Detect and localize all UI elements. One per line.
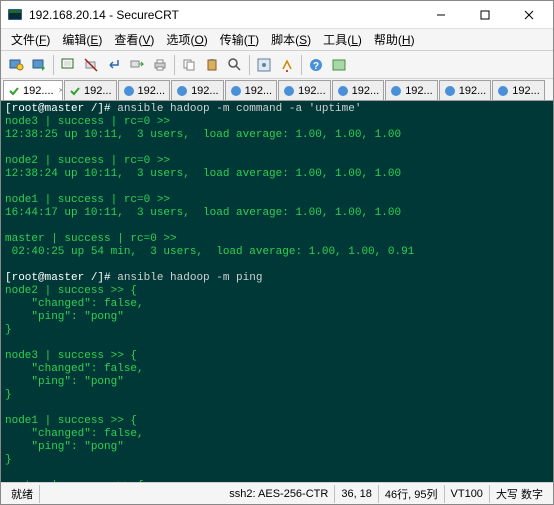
check-icon bbox=[8, 85, 20, 97]
menu-edit[interactable]: 编辑(E) bbox=[56, 31, 108, 48]
tab-8[interactable]: 192... bbox=[439, 80, 492, 100]
toolbar-sep bbox=[53, 55, 54, 75]
tab-9[interactable]: 192... bbox=[492, 80, 545, 100]
status-size: 46行, 95列 bbox=[379, 485, 445, 503]
toolbar-printer-icon[interactable] bbox=[149, 54, 171, 76]
tab-1[interactable]: 192... bbox=[64, 80, 117, 100]
toolbar-connect-icon[interactable] bbox=[5, 54, 27, 76]
globe-icon bbox=[444, 85, 456, 97]
tab-2[interactable]: 192... bbox=[118, 80, 171, 100]
menu-script[interactable]: 脚本(S) bbox=[265, 31, 317, 48]
toolbar-copy-icon[interactable] bbox=[178, 54, 200, 76]
tab-4[interactable]: 192... bbox=[225, 80, 278, 100]
globe-icon bbox=[390, 85, 402, 97]
status-ready: 就绪 bbox=[5, 485, 40, 503]
status-term: VT100 bbox=[445, 485, 490, 503]
toolbar-about-icon[interactable] bbox=[328, 54, 350, 76]
menu-help[interactable]: 帮助(H) bbox=[368, 31, 421, 48]
toolbar-sep bbox=[174, 55, 175, 75]
menu-view[interactable]: 查看(V) bbox=[108, 31, 160, 48]
tab-6[interactable]: 192... bbox=[332, 80, 385, 100]
menubar: 文件(F) 编辑(E) 查看(V) 选项(O) 传输(T) 脚本(S) 工具(L… bbox=[1, 29, 553, 51]
toolbar-send-icon[interactable] bbox=[126, 54, 148, 76]
svg-text:?: ? bbox=[313, 61, 319, 72]
titlebar: 192.168.20.14 - SecureCRT bbox=[1, 1, 553, 29]
globe-icon bbox=[123, 85, 135, 97]
close-button[interactable] bbox=[507, 1, 551, 29]
globe-icon bbox=[283, 85, 295, 97]
menu-tools[interactable]: 工具(L) bbox=[317, 31, 368, 48]
toolbar-settings-icon[interactable] bbox=[276, 54, 298, 76]
globe-icon bbox=[337, 85, 349, 97]
toolbar: ? bbox=[1, 51, 553, 79]
tab-3[interactable]: 192... bbox=[171, 80, 224, 100]
menu-transfer[interactable]: 传输(T) bbox=[214, 31, 265, 48]
toolbar-sep bbox=[249, 55, 250, 75]
globe-icon bbox=[230, 85, 242, 97]
toolbar-paste-icon[interactable] bbox=[201, 54, 223, 76]
window-title: 192.168.20.14 - SecureCRT bbox=[29, 8, 419, 22]
toolbar-quickconnect-icon[interactable] bbox=[28, 54, 50, 76]
toolbar-options-icon[interactable] bbox=[253, 54, 275, 76]
tab-7[interactable]: 192... bbox=[385, 80, 438, 100]
globe-icon bbox=[176, 85, 188, 97]
status-connection: ssh2: AES-256-CTR bbox=[223, 485, 335, 503]
globe-icon bbox=[497, 85, 509, 97]
toolbar-reconnect-icon[interactable] bbox=[57, 54, 79, 76]
maximize-button[interactable] bbox=[463, 1, 507, 29]
toolbar-enter-icon[interactable] bbox=[103, 54, 125, 76]
toolbar-sep bbox=[301, 55, 302, 75]
tab-0[interactable]: 192....× bbox=[3, 80, 63, 100]
check-icon bbox=[69, 85, 81, 97]
terminal[interactable]: [root@master /]# ansible hadoop -m comma… bbox=[1, 101, 553, 482]
toolbar-disconnect-icon[interactable] bbox=[80, 54, 102, 76]
tabbar: 192....× 192... 192... 192... 192... 192… bbox=[1, 79, 553, 101]
toolbar-find-icon[interactable] bbox=[224, 54, 246, 76]
menu-file[interactable]: 文件(F) bbox=[5, 31, 56, 48]
statusbar: 就绪 ssh2: AES-256-CTR 36, 18 46行, 95列 VT1… bbox=[1, 482, 553, 504]
app-icon bbox=[7, 7, 23, 23]
tab-close-icon[interactable]: × bbox=[57, 86, 63, 95]
minimize-button[interactable] bbox=[419, 1, 463, 29]
toolbar-help-icon[interactable]: ? bbox=[305, 54, 327, 76]
tab-5[interactable]: 192... bbox=[278, 80, 331, 100]
menu-options[interactable]: 选项(O) bbox=[160, 31, 213, 48]
status-position: 36, 18 bbox=[335, 485, 379, 503]
status-caps: 大写 数字 bbox=[490, 485, 549, 503]
